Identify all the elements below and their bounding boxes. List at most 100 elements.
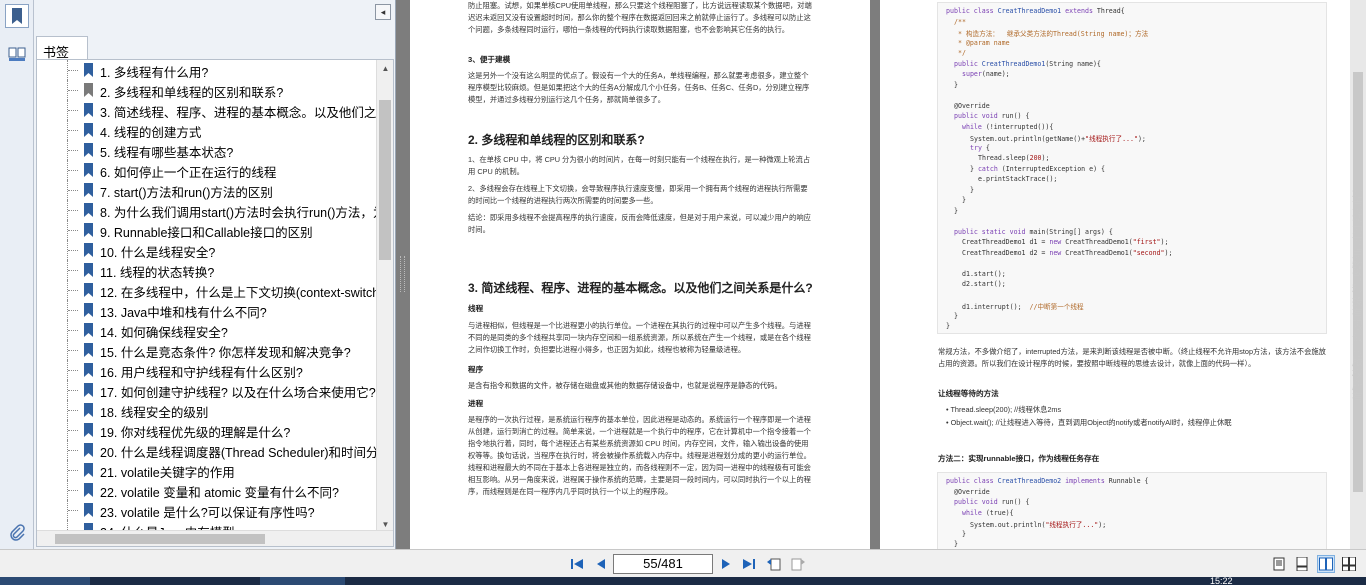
taskbar-clock: 15:22 xyxy=(1210,577,1233,585)
bookmark-item[interactable]: 9. Runnable接口和Callable接口的区别 xyxy=(37,220,377,240)
bookmark-label: 3. 简述线程、程序、进程的基本概念。以及他们之间 xyxy=(100,106,377,120)
bookmark-item[interactable]: 6. 如何停止一个正在运行的线程 xyxy=(37,160,377,180)
bookmark-icon xyxy=(84,423,93,437)
tree-connector xyxy=(68,170,78,171)
list-item: • Object.wait(); //让线程进入等待，直到调用Object的no… xyxy=(946,418,1232,427)
code-line: System.out.println(getName()+"线程执行了...")… xyxy=(970,135,1146,143)
bookmark-item[interactable]: 14. 如何确保线程安全? xyxy=(37,320,377,340)
subheading: 进程 xyxy=(468,399,484,408)
tree-connector xyxy=(68,230,78,231)
code-line: * @param name xyxy=(954,38,1010,47)
taskbar-item[interactable] xyxy=(260,577,345,585)
tree-connector xyxy=(68,390,78,391)
last-page-button[interactable] xyxy=(740,555,758,573)
continuous-view-button[interactable] xyxy=(1293,555,1311,573)
bookmark-item[interactable]: 3. 简述线程、程序、进程的基本概念。以及他们之间 xyxy=(37,100,377,120)
code-line: } xyxy=(962,529,966,538)
paragraph: 结论：即采用多线程不会提高程序的执行速度，反而会降低速度，但是对于用户来说，可以… xyxy=(468,213,811,234)
panel-splitter[interactable] xyxy=(396,0,410,549)
bookmark-item[interactable]: 18. 线程安全的级别 xyxy=(37,400,377,420)
subheading: 让线程等待的方法 xyxy=(938,389,999,398)
bookmark-label: 9. Runnable接口和Callable接口的区别 xyxy=(100,226,313,240)
collapse-panel-button[interactable]: ◂ xyxy=(375,4,391,20)
bookmark-icon xyxy=(84,183,93,197)
code-line: CreatThreadDemo1 d2 = new CreatThreadDem… xyxy=(962,248,1173,257)
bookmark-panel: ◂ 书签 1. 多线程有什么用? 2. 多线程和单线程的区别和联系? 3. 简述线程… xyxy=(34,0,396,549)
code-line: public void run() { xyxy=(954,498,1030,506)
bookmark-vertical-scrollbar[interactable]: ▲ ▼ xyxy=(376,60,393,532)
code-line: } xyxy=(954,206,958,215)
next-view-button[interactable] xyxy=(789,555,807,573)
bookmark-icon xyxy=(84,83,93,97)
tree-connector xyxy=(68,150,78,151)
tree-connector xyxy=(68,490,78,491)
attachments-button[interactable] xyxy=(5,521,29,545)
bookmark-item[interactable]: 7. start()方法和run()方法的区别 xyxy=(37,180,377,200)
bookmark-item[interactable]: 10. 什么是线程安全? xyxy=(37,240,377,260)
bookmark-list: 1. 多线程有什么用? 2. 多线程和单线程的区别和联系? 3. 简述线程、程序、进… xyxy=(37,60,377,532)
navigation-toolbar: 55/481 xyxy=(0,549,1366,577)
two-page-view-button[interactable] xyxy=(1317,555,1335,573)
bookmark-item[interactable]: 12. 在多线程中，什么是上下文切换(context-switchi xyxy=(37,280,377,300)
paragraph: 常规方法，不多做介绍了，interrupted方法，是来判断该线程是否被中断。（… xyxy=(938,347,1326,368)
bookmark-panel-button[interactable] xyxy=(5,4,29,28)
bookmark-label: 17. 如何创建守护线程? 以及在什么场合来使用它? xyxy=(100,386,376,400)
bookmark-icon xyxy=(84,203,93,217)
paragraph: 是程序的一次执行过程，是系统运行程序的基本单位，因此进程是动态的。系统运行一个程… xyxy=(468,415,811,496)
bookmark-label: 6. 如何停止一个正在运行的线程 xyxy=(100,166,277,180)
bookmark-item[interactable]: 5. 线程有哪些基本状态? xyxy=(37,140,377,160)
code-line: System.out.println("线程执行了..."); xyxy=(970,521,1107,529)
code-line: d1.interrupt(); //中断第一个线程 xyxy=(962,303,1084,311)
code-line: /** xyxy=(954,17,966,26)
taskbar-item[interactable] xyxy=(0,577,90,585)
single-page-view-button[interactable] xyxy=(1270,555,1288,573)
previous-page-button[interactable] xyxy=(592,555,610,573)
bookmark-item[interactable]: 1. 多线程有什么用? xyxy=(37,60,377,80)
bookmark-item[interactable]: 11. 线程的状态转换? xyxy=(37,260,377,280)
page-number-field[interactable]: 55/481 xyxy=(613,554,713,574)
bookmark-item[interactable]: 23. volatile 是什么?可以保证有序性吗? xyxy=(37,500,377,520)
paragraph: 是含有指令和数据的文件，被存储在磁盘或其他的数据存储设备中，也就是说程序是静态的… xyxy=(468,381,782,390)
code-line: while (!interrupted()){ xyxy=(962,122,1054,131)
bookmark-item[interactable]: 2. 多线程和单线程的区别和联系? xyxy=(37,80,377,100)
bookmark-icon xyxy=(84,303,93,317)
previous-page-icon xyxy=(597,559,605,569)
bookmark-item[interactable]: 21. volatile关键字的作用 xyxy=(37,460,377,480)
bookmark-item[interactable]: 17. 如何创建守护线程? 以及在什么场合来使用它? xyxy=(37,380,377,400)
scroll-up-arrow-icon[interactable]: ▲ xyxy=(377,60,393,76)
bookmark-item[interactable]: 20. 什么是线程调度器(Thread Scheduler)和时间分片 xyxy=(37,440,377,460)
bookmark-label: 19. 你对线程优先级的理解是什么? xyxy=(100,426,291,440)
first-page-button[interactable] xyxy=(568,555,586,573)
bookmark-icon xyxy=(84,343,93,357)
bookmark-label: 23. volatile 是什么?可以保证有序性吗? xyxy=(100,506,315,520)
next-page-button[interactable] xyxy=(717,555,735,573)
thumbnails-button[interactable] xyxy=(5,42,29,66)
bookmark-item[interactable]: 16. 用户线程和守护线程有什么区别? xyxy=(37,360,377,380)
bookmark-item[interactable]: 13. Java中堆和栈有什么不同? xyxy=(37,300,377,320)
bookmark-icon xyxy=(84,463,93,477)
scrollbar-thumb[interactable] xyxy=(55,534,265,544)
bookmark-item[interactable]: 19. 你对线程优先级的理解是什么? xyxy=(37,420,377,440)
code-line: Thread.sleep(200); xyxy=(978,154,1050,162)
bookmark-label: 13. Java中堆和栈有什么不同? xyxy=(100,306,267,320)
bookmark-item[interactable]: 8. 为什么我们调用start()方法时会执行run()方法，为 xyxy=(37,200,377,220)
bookmark-item[interactable]: 4. 线程的创建方式 xyxy=(37,120,377,140)
splitter-grip[interactable] xyxy=(400,256,405,292)
bookmarks-tab[interactable]: 书签 xyxy=(36,36,88,60)
document-page-right: public class CreatThreadDemo1 extends Th… xyxy=(880,0,1350,549)
previous-view-button[interactable] xyxy=(765,555,783,573)
bookmark-item[interactable]: 22. volatile 变量和 atomic 变量有什么不同? xyxy=(37,480,377,500)
code-line: public class CreatThreadDemo1 extends Th… xyxy=(946,7,1125,15)
list-item: • Thread.sleep(200); //线程休息2ms xyxy=(946,405,1062,414)
scrollbar-thumb[interactable] xyxy=(379,100,391,260)
tree-connector xyxy=(68,370,78,371)
bookmark-item[interactable]: 15. 什么是竞态条件? 你怎样发现和解决竞争? xyxy=(37,340,377,360)
two-page-continuous-view-button[interactable] xyxy=(1340,555,1358,573)
bookmark-horizontal-scrollbar[interactable] xyxy=(37,530,393,546)
bookmark-icon xyxy=(84,483,93,497)
bookmark-icon xyxy=(84,383,93,397)
bookmark-label: 15. 什么是竞态条件? 你怎样发现和解决竞争? xyxy=(100,346,351,360)
tree-connector xyxy=(68,450,78,451)
tree-connector xyxy=(68,310,78,311)
bookmark-label: 1. 多线程有什么用? xyxy=(100,66,209,80)
